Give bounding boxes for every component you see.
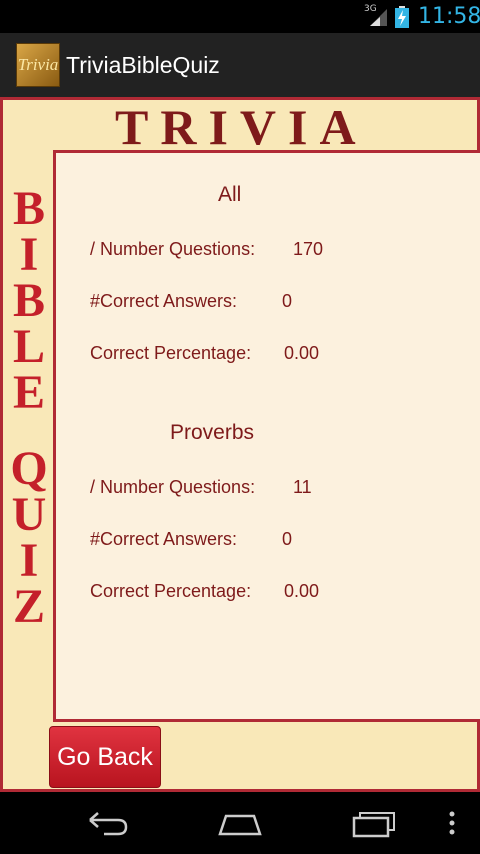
correct-percentage-label: Correct Percentage: <box>90 343 252 363</box>
go-back-button[interactable]: Go Back <box>49 726 161 788</box>
correct-answers-label: #Correct Answers: <box>90 291 238 311</box>
section-title-proverbs: Proverbs <box>170 421 255 444</box>
status-bar: 3G 11:58 <box>0 0 480 33</box>
correct-percentage-value: 0.00 <box>284 581 320 601</box>
app-icon[interactable]: Trivia <box>16 43 60 87</box>
banner-letter: Q <box>10 442 48 495</box>
clock: 11:58 <box>418 4 480 29</box>
overflow-menu-icon[interactable] <box>440 808 464 838</box>
bible-quiz-vertical-banner: B I B L E Q U I Z <box>7 182 51 633</box>
banner-letter: I <box>19 228 39 281</box>
banner-letter: U <box>11 488 47 541</box>
number-questions-value: 170 <box>293 239 324 259</box>
back-icon[interactable] <box>82 808 130 838</box>
trivia-banner: TRIVIA <box>115 99 368 155</box>
correct-percentage-value: 0.00 <box>284 343 320 363</box>
correct-percentage-label: Correct Percentage: <box>90 581 252 601</box>
number-questions-label: / Number Questions: <box>90 239 256 259</box>
navigation-bar <box>0 792 480 854</box>
signal-icon <box>370 9 387 26</box>
app-title: TriviaBibleQuiz <box>66 52 220 78</box>
banner-letter: I <box>19 534 39 587</box>
main-content: TRIVIA B I B L E Q U I Z All / Number Qu… <box>0 97 480 792</box>
banner-letter: B <box>12 182 45 235</box>
number-questions-label: / Number Questions: <box>90 477 256 497</box>
banner-letter: B <box>12 274 45 327</box>
battery-charging-icon <box>395 6 409 28</box>
action-bar: Trivia TriviaBibleQuiz <box>0 33 480 98</box>
banner-letter: L <box>12 320 45 373</box>
banner-letter: Z <box>12 580 45 633</box>
correct-answers-label: #Correct Answers: <box>90 529 238 549</box>
home-icon[interactable] <box>216 808 264 838</box>
correct-answers-value: 0 <box>282 529 293 549</box>
correct-answers-value: 0 <box>282 291 293 311</box>
number-questions-value: 11 <box>293 477 312 497</box>
banner-letter: E <box>12 366 45 419</box>
section-title-all: All <box>218 183 242 206</box>
stats-panel: All / Number Questions: 170 #Correct Ans… <box>53 150 480 722</box>
recent-apps-icon[interactable] <box>350 808 398 838</box>
